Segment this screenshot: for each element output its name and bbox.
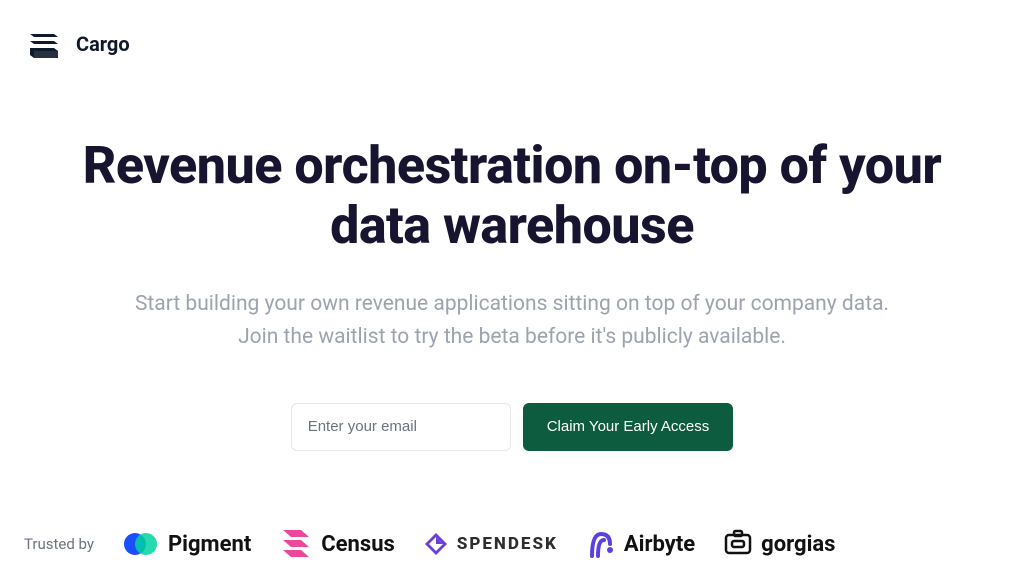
header: Cargo <box>0 0 1024 64</box>
partner-census: Census <box>279 528 395 560</box>
partner-pigment: Pigment <box>122 529 251 559</box>
sub-line-1: Start building your own revenue applicat… <box>97 288 927 322</box>
census-icon <box>279 528 313 560</box>
sub-line-2: Join the waitlist to try the beta before… <box>97 321 927 355</box>
partner-airbyte: Airbyte <box>586 528 695 560</box>
trusted-by-label: Trusted by <box>24 535 94 553</box>
partner-spendesk: SPENDESK <box>423 531 558 557</box>
email-input[interactable] <box>291 403 511 451</box>
trusted-by-row: Trusted by Pigment Census SPENDESK <box>0 528 1024 560</box>
spendesk-icon <box>423 531 449 557</box>
pigment-label: Pigment <box>168 532 251 557</box>
cargo-logo-icon <box>24 24 64 64</box>
hero-section: Revenue orchestration on-top of your dat… <box>0 64 1024 451</box>
page-headline: Revenue orchestration on-top of your dat… <box>32 136 992 256</box>
signup-form: Claim Your Early Access <box>0 403 1024 451</box>
pigment-icon <box>122 529 160 559</box>
airbyte-label: Airbyte <box>624 532 695 557</box>
brand-name: Cargo <box>76 32 130 56</box>
claim-access-button[interactable]: Claim Your Early Access <box>523 403 734 451</box>
gorgias-label: gorgias <box>761 532 835 557</box>
partner-gorgias: gorgias <box>723 529 835 559</box>
airbyte-icon <box>586 528 616 560</box>
census-label: Census <box>321 532 395 557</box>
spendesk-label: SPENDESK <box>457 534 558 554</box>
gorgias-icon <box>723 529 753 559</box>
page-subheadline: Start building your own revenue applicat… <box>97 288 927 355</box>
